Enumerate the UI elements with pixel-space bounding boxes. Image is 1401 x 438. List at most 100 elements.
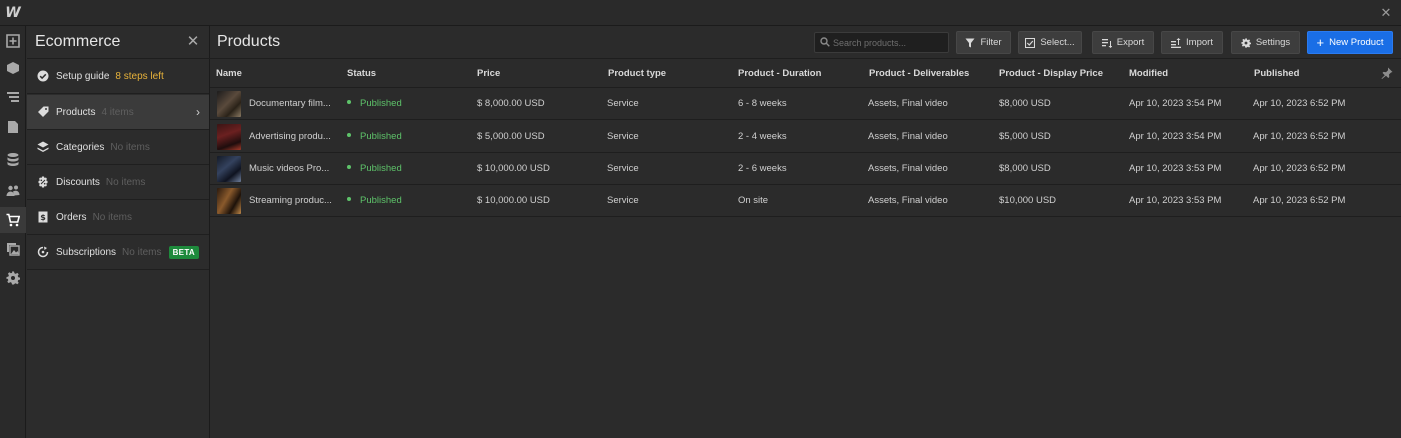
receipt-icon: $ — [37, 211, 49, 223]
row-display-price: $5,000 USD — [999, 131, 1051, 142]
column-header-published[interactable]: Published — [1254, 68, 1299, 79]
plus-icon: + — [1316, 35, 1325, 50]
status-badge: Published — [347, 195, 402, 206]
cart-icon — [6, 213, 20, 227]
layers-icon — [37, 141, 49, 153]
gear-icon — [1241, 37, 1251, 48]
panel-item-count: No items — [105, 176, 146, 188]
cms-button[interactable] — [0, 146, 26, 172]
status-dot — [347, 165, 351, 170]
refresh-icon — [37, 246, 49, 258]
product-thumbnail — [217, 124, 241, 150]
row-duration: On site — [738, 195, 769, 206]
product-thumbnail — [217, 156, 241, 182]
row-type: Service — [607, 131, 639, 142]
row-published: Apr 10, 2023 6:52 PM — [1253, 98, 1346, 109]
panel-item-count: No items — [110, 141, 150, 153]
close-icon[interactable]: ✕ — [1377, 4, 1395, 22]
search-input[interactable] — [814, 32, 949, 53]
row-modified: Apr 10, 2023 3:54 PM — [1129, 98, 1222, 109]
column-header-display-price[interactable]: Product - Display Price — [999, 68, 1103, 79]
panel-item-label: Subscriptions — [56, 246, 117, 258]
row-price: $ 10,000.00 USD — [477, 195, 550, 206]
filter-icon — [965, 38, 975, 47]
row-name: Music videos Pro... — [249, 163, 330, 174]
row-modified: Apr 10, 2023 3:54 PM — [1129, 131, 1222, 142]
pin-icon[interactable] — [1381, 67, 1393, 79]
select-button[interactable]: Select... — [1018, 31, 1082, 54]
table-row[interactable]: Advertising produ... Published $ 5,000.0… — [210, 121, 1401, 153]
new-product-button[interactable]: + New Product — [1307, 31, 1393, 54]
filter-button[interactable]: Filter — [956, 31, 1011, 54]
users-button[interactable] — [0, 177, 26, 203]
status-dot — [347, 197, 351, 202]
row-display-price: $8,000 USD — [999, 163, 1051, 174]
column-header-name[interactable]: Name — [216, 68, 242, 79]
products-main: Products Filter Select... Export Import … — [210, 26, 1401, 438]
column-header-product-type[interactable]: Product type — [608, 68, 666, 79]
table-row[interactable]: Music videos Pro... Published $ 10,000.0… — [210, 153, 1401, 185]
row-display-price: $10,000 USD — [999, 195, 1057, 206]
panel-item-setup-guide[interactable]: Setup guide 8 steps left — [27, 59, 209, 94]
row-type: Service — [607, 163, 639, 174]
row-name: Advertising produ... — [249, 131, 331, 142]
page-title: Products — [217, 33, 281, 50]
product-thumbnail — [217, 91, 241, 117]
row-price: $ 8,000.00 USD — [477, 98, 545, 109]
row-deliverables: Assets, Final video — [868, 195, 948, 206]
panel-item-subscriptions[interactable]: Subscriptions No items BETA — [27, 235, 209, 270]
add-panel-button[interactable] — [0, 28, 26, 54]
import-button[interactable]: Import — [1161, 31, 1223, 54]
assets-button[interactable] — [0, 236, 26, 262]
navigator-button[interactable] — [0, 84, 26, 110]
row-display-price: $8,000 USD — [999, 98, 1051, 109]
settings-button[interactable]: Settings — [1231, 31, 1300, 54]
status-badge: Published — [347, 163, 402, 174]
panel-item-label: Orders — [56, 211, 87, 223]
close-panel-icon[interactable]: ✕ — [185, 34, 201, 50]
export-icon — [1101, 38, 1112, 48]
column-header-deliverables[interactable]: Product - Deliverables — [869, 68, 969, 79]
row-modified: Apr 10, 2023 3:53 PM — [1129, 195, 1222, 206]
row-deliverables: Assets, Final video — [868, 163, 948, 174]
export-button[interactable]: Export — [1092, 31, 1154, 54]
row-price: $ 10,000.00 USD — [477, 163, 550, 174]
row-type: Service — [607, 98, 639, 109]
settings-button-label: Settings — [1255, 37, 1291, 48]
product-thumbnail — [217, 188, 241, 214]
column-header-duration[interactable]: Product - Duration — [738, 68, 821, 79]
components-button[interactable] — [0, 55, 26, 81]
ecommerce-button[interactable] — [0, 207, 26, 233]
setup-steps-left: 8 steps left — [115, 70, 164, 82]
panel-item-orders[interactable]: $ Orders No items — [27, 200, 209, 235]
import-icon — [1171, 37, 1182, 48]
images-icon — [7, 243, 20, 256]
panel-header: Ecommerce ✕ — [27, 26, 210, 59]
webflow-logo[interactable]: W — [0, 0, 26, 26]
panel-item-label: Discounts — [56, 176, 100, 188]
column-header-modified[interactable]: Modified — [1129, 68, 1168, 79]
status-text: Published — [360, 163, 402, 174]
status-text: Published — [360, 195, 402, 206]
panel-item-categories[interactable]: Categories No items — [27, 130, 209, 165]
row-published: Apr 10, 2023 6:52 PM — [1253, 195, 1346, 206]
select-button-label: Select... — [1040, 37, 1075, 48]
pages-button[interactable] — [0, 114, 26, 140]
filter-button-label: Filter — [980, 37, 1002, 48]
panel-item-products[interactable]: Products 4 items › — [27, 95, 209, 130]
new-product-button-label: New Product — [1329, 37, 1384, 48]
table-row[interactable]: Streaming produc... Published $ 10,000.0… — [210, 185, 1401, 217]
column-header-price[interactable]: Price — [477, 68, 500, 79]
main-header: Products Filter Select... Export Import … — [210, 26, 1401, 59]
column-header-status[interactable]: Status — [347, 68, 376, 79]
panel-item-discounts[interactable]: Discounts No items — [27, 165, 209, 200]
checkbox-icon — [1025, 37, 1036, 48]
row-deliverables: Assets, Final video — [868, 98, 948, 109]
discount-icon — [37, 176, 49, 188]
settings-rail-button[interactable] — [0, 265, 26, 291]
status-dot — [347, 133, 351, 138]
export-button-label: Export — [1116, 37, 1145, 48]
panel-item-count: No items — [122, 246, 162, 258]
panel-title: Ecommerce — [35, 33, 121, 50]
table-row[interactable]: Documentary film... Published $ 8,000.00… — [210, 88, 1401, 120]
